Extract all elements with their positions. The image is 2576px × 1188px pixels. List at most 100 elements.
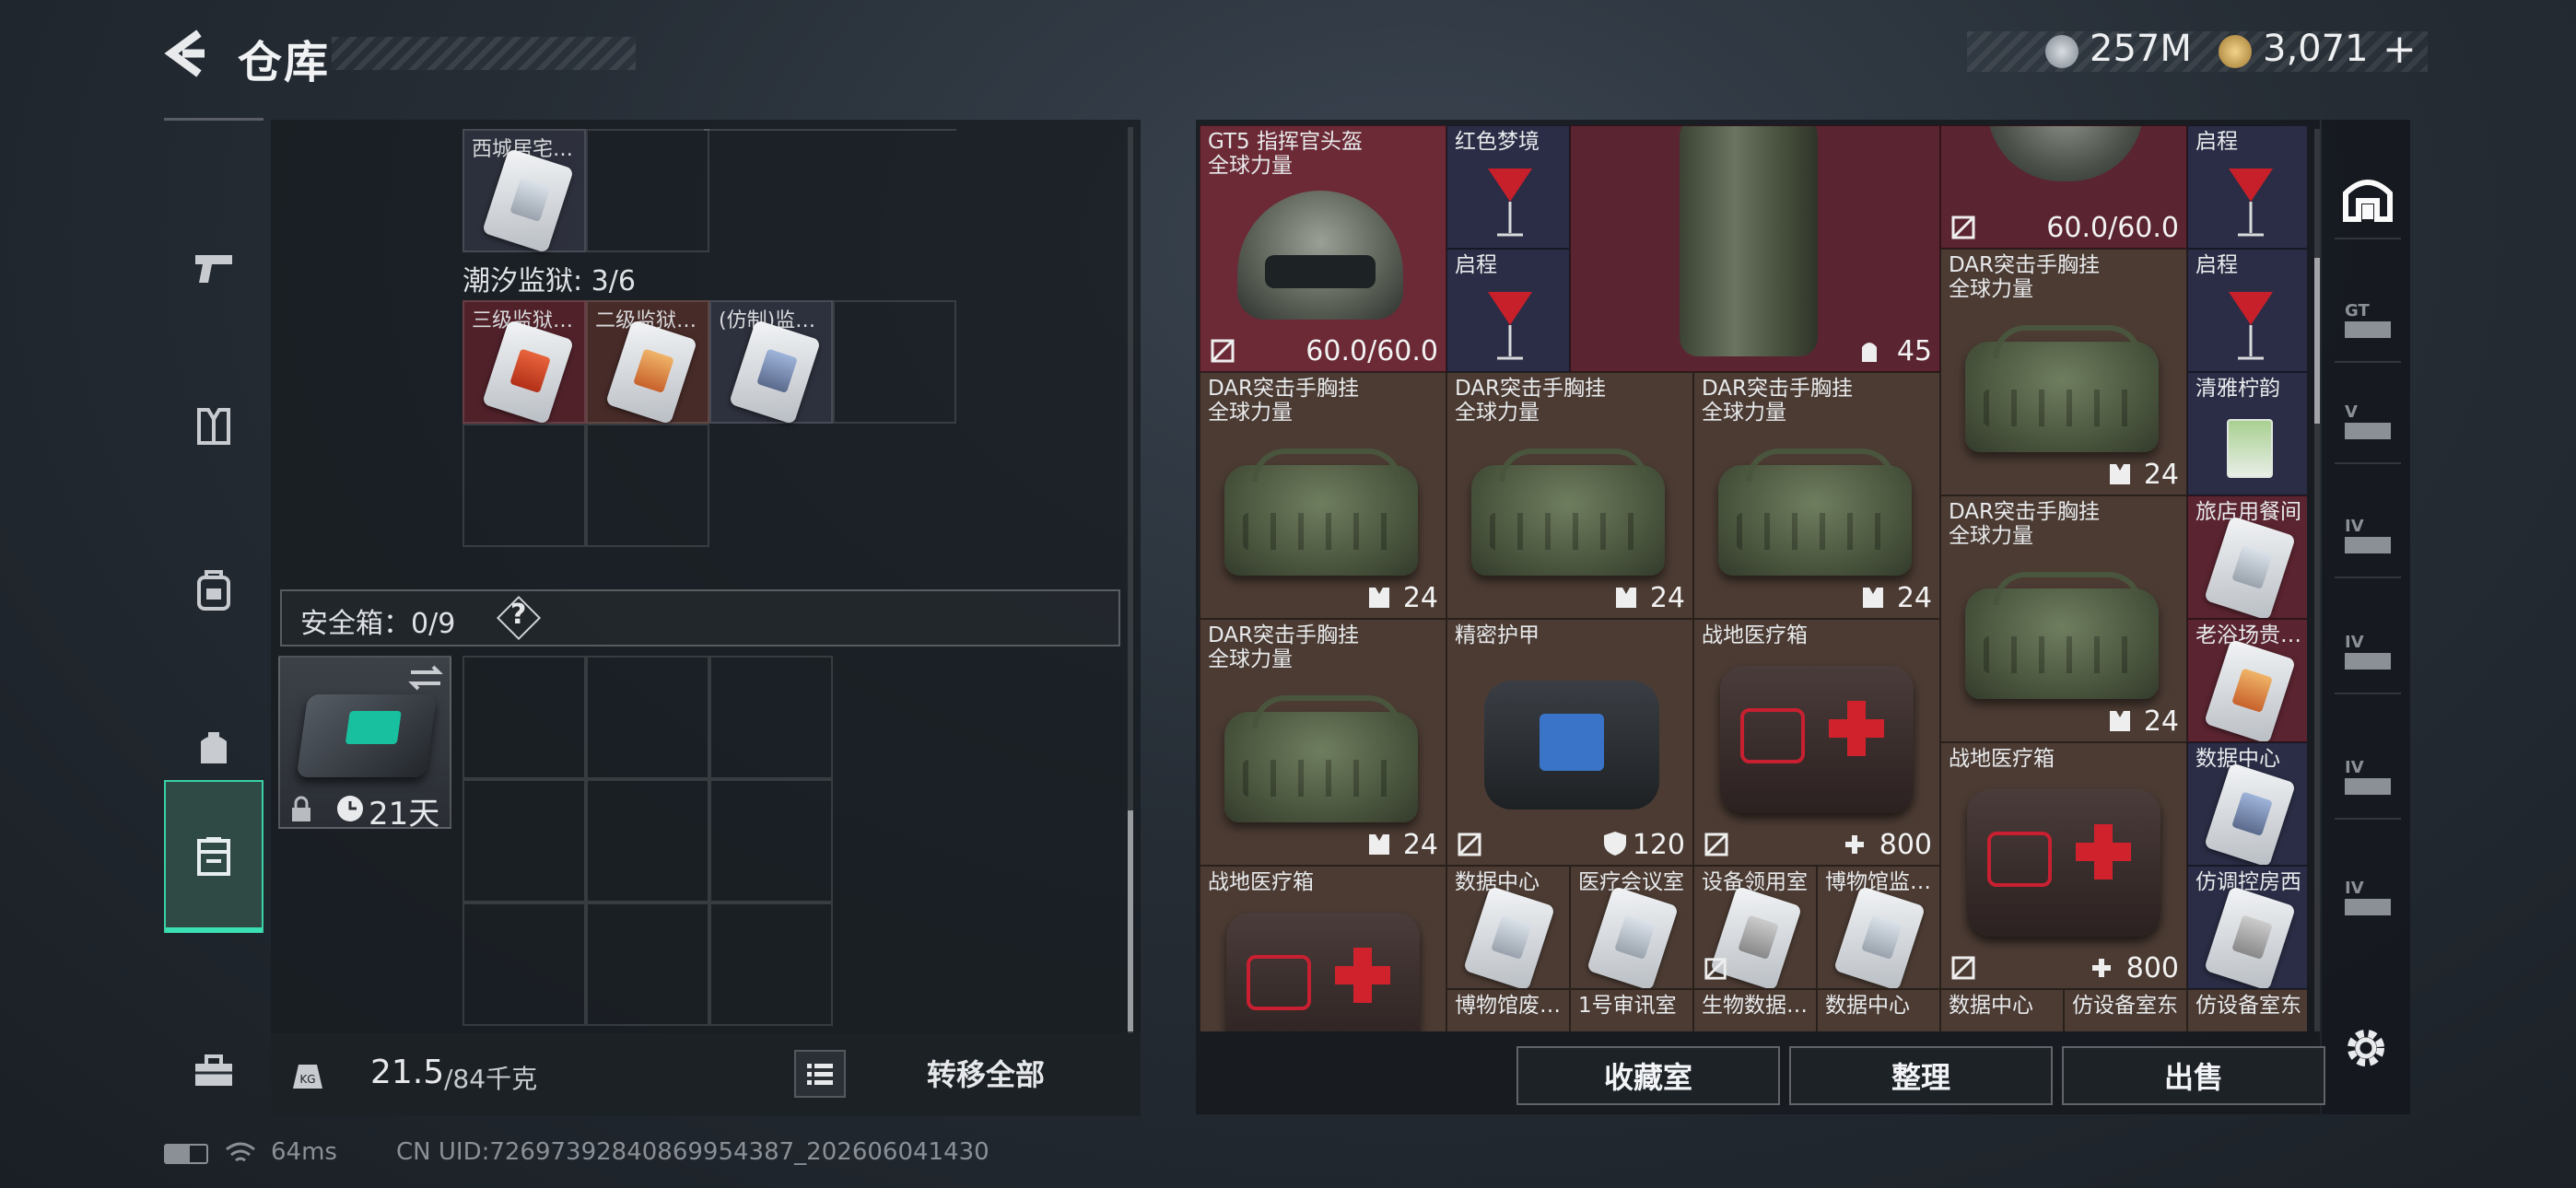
item-keycard-fangtiao[interactable]: 仿调控房西 [2187,866,2307,989]
item-keycard-datacenter[interactable]: 数据中心 [2187,742,2307,866]
settings-gear-icon[interactable] [2340,1022,2392,1074]
item-keycard[interactable]: 医疗会议室 [1570,866,1693,989]
list-view-button[interactable] [794,1050,846,1098]
item-subname: 全球力量 [1949,524,2033,548]
item-medkit[interactable]: 战地医疗箱 800 [1693,619,1940,866]
item-keycard[interactable]: 博物馆监… [1817,866,1940,989]
cocktail-icon [1488,292,1532,360]
item-dar-vest[interactable]: DAR突击手胸挂 全球力量 24 [1693,372,1940,619]
swap-icon[interactable] [407,663,444,693]
storage-tabs: GT V IV IV IV IV [2322,120,2410,1114]
safe-slot[interactable] [463,903,586,1026]
item-keycard[interactable]: 数据中心 [1817,989,1940,1031]
iv-storage-icon: IV [2345,633,2391,670]
keycard-icon [1586,885,1680,988]
warehouse-grid: GT5 指挥官头盔 全球力量 60.0/60.0 红色梦境 启程 45 60.0… [1200,125,2307,1031]
storage-tab-iv-1[interactable]: IV [2335,495,2401,578]
add-currency-button[interactable]: + [2383,26,2417,73]
safe-slot[interactable] [709,656,833,779]
item-dar-vest[interactable]: DAR突击手胸挂 全球力量 24 [1200,372,1446,619]
item-keycard-bath[interactable]: 老浴场贵… [2187,619,2307,742]
collection-room-button[interactable]: 收藏室 [1516,1046,1780,1105]
plus-icon [2092,959,2111,977]
item-qicheng[interactable]: 启程 [2187,125,2307,249]
back-arrow-icon[interactable] [162,28,214,79]
item-name: 战地医疗箱 [1208,870,1314,894]
safe-slot[interactable] [709,903,833,1026]
item-dar-vest[interactable]: DAR突击手胸挂 全球力量 24 [1446,372,1693,619]
item-keycard[interactable]: 仿设备室东 [2064,989,2187,1031]
storage-tab-main[interactable] [2335,157,2401,239]
gold-coin-icon [2219,35,2252,68]
capacity-icon [2110,464,2130,484]
keycard-slot-prison3[interactable]: 三级监狱… [463,300,586,425]
safe-slot[interactable] [586,656,709,779]
item-qicheng[interactable]: 启程 [2187,249,2307,372]
keycard-slot-prison-replica[interactable]: (仿制)监… [709,300,833,425]
item-name: 1号审讯室 [1578,994,1677,1018]
item-medkit[interactable]: 战地医疗箱 [1200,866,1446,1031]
item-armor[interactable]: 精密护甲 120 [1446,619,1693,866]
empty-slot[interactable] [833,300,956,424]
nav-storage[interactable] [164,780,263,933]
left-scrollbar-thumb[interactable] [1128,810,1133,1031]
nav-backpack[interactable] [164,535,263,646]
storage-tab-iv-2[interactable]: IV [2335,611,2401,694]
item-red-dream[interactable]: 红色梦境 [1446,125,1570,249]
safe-box-title: 安全箱：0/9 [300,608,456,640]
item-keycard[interactable]: 博物馆废… [1446,989,1570,1031]
item-keycard[interactable]: 仿设备室东 [2187,989,2307,1031]
safe-slot[interactable] [586,903,709,1026]
empty-slot[interactable] [586,424,709,547]
item-keycard[interactable]: 数据中心 [1940,989,2064,1031]
storage-tab-gt[interactable]: GT [2335,280,2401,363]
item-dar-vest[interactable]: DAR突击手胸挂 全球力量 24 [1200,619,1446,866]
item-helmet-gt5[interactable]: GT5 指挥官头盔 全球力量 60.0/60.0 [1200,125,1446,372]
safe-slot[interactable] [463,779,586,903]
safe-slot[interactable] [586,779,709,903]
item-keycard[interactable]: 数据中心 [1446,866,1570,989]
empty-slot[interactable] [586,129,709,252]
item-vest-large[interactable]: 45 [1570,125,1940,372]
item-keycard[interactable]: 设备领用室 [1693,866,1817,989]
item-medkit[interactable]: 战地医疗箱 800 [1940,742,2187,989]
help-icon: ? [510,599,527,631]
nav-weapons[interactable] [164,213,263,323]
item-capacity: 24 [1402,582,1438,614]
item-qicheng[interactable]: 启程 [1446,249,1570,372]
storage-tab-v[interactable]: V [2335,381,2401,464]
item-dar-vest[interactable]: DAR突击手胸挂 全球力量 24 [1940,249,2187,495]
empty-slot[interactable] [463,424,586,547]
safe-case-slot[interactable]: 21天 [278,656,451,833]
safe-slot[interactable] [709,779,833,903]
item-lemon-drink[interactable]: 清雅柠韵 [2187,372,2307,495]
sort-button[interactable]: 整理 [1789,1046,2053,1105]
svg-text:IV: IV [2345,633,2364,652]
storage-tab-iv-3[interactable]: IV [2335,737,2401,820]
item-keycard[interactable]: 生物数据… [1693,989,1817,1031]
currency-gold: 3,071 [2263,28,2369,70]
gt-storage-icon: GT [2345,301,2391,338]
safe-slot[interactable] [463,656,586,779]
item-subname: 全球力量 [1208,401,1293,425]
lock-icon [292,796,310,821]
keycard-icon [604,319,698,425]
item-dar-vest[interactable]: DAR突击手胸挂 全球力量 24 [1940,495,2187,742]
chest-rig-icon [1718,448,1912,576]
keycard-slot-xicheng[interactable]: 西城居宅… [463,129,586,254]
item-subname: 全球力量 [1208,647,1293,671]
item-subname: 全球力量 [1702,401,1786,425]
sell-button[interactable]: 出售 [2062,1046,2325,1105]
warehouse-scrollbar-thumb[interactable] [2314,258,2320,424]
item-helmet-2[interactable]: 60.0/60.0 [1940,125,2187,249]
item-keycard-hotel[interactable]: 旅店用餐间 [2187,495,2307,619]
keycard-slot-prison2[interactable]: 二级监狱… [586,300,709,425]
left-top-divider [704,129,956,131]
transfer-all-button[interactable]: 转移全部 [927,1052,1045,1094]
nav-vest[interactable] [164,371,263,482]
nav-toolbox[interactable] [164,1016,263,1126]
durability-icon [1951,956,1975,980]
storage-tab-iv-4[interactable]: IV [2335,856,2401,939]
item-keycard[interactable]: 1号审讯室 [1570,989,1693,1031]
chest-rig-icon [1965,325,2159,452]
